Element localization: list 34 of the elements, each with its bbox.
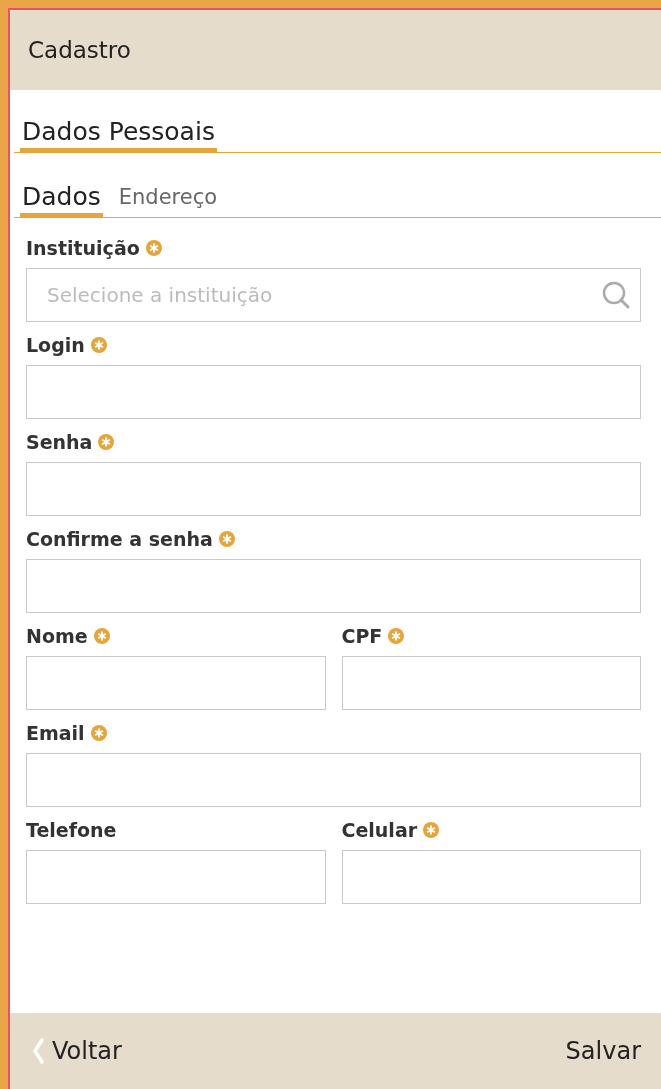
field-label: Celular — [341, 819, 418, 841]
field-label: Senha — [26, 431, 93, 453]
field-label: Login — [26, 334, 85, 356]
field-label: Confirme a senha — [26, 528, 213, 550]
chevron-left-icon — [32, 1038, 44, 1064]
password-field[interactable] — [26, 462, 641, 516]
required-icon — [98, 434, 115, 450]
field-label: Instituição — [26, 237, 140, 259]
page-title: Cadastro — [10, 10, 661, 90]
section-tab[interactable]: Dados Pessoais — [20, 117, 217, 152]
input-field[interactable] — [341, 850, 641, 904]
field-label: Telefone — [26, 819, 117, 841]
input-field[interactable] — [341, 656, 641, 710]
field-label: Nome — [26, 625, 88, 647]
required-icon — [388, 628, 405, 644]
required-icon — [93, 628, 110, 644]
input-field[interactable] — [26, 753, 641, 807]
field-label: Email — [26, 722, 85, 744]
input-field[interactable] — [26, 850, 326, 904]
back-button[interactable]: Voltar — [32, 1037, 122, 1065]
search-icon[interactable] — [601, 280, 631, 310]
required-icon — [90, 337, 107, 353]
required-icon — [90, 725, 107, 741]
required-icon — [218, 531, 235, 547]
password-field[interactable] — [26, 559, 641, 613]
sub-tab[interactable]: Endereço — [116, 185, 220, 215]
sub-tab[interactable]: Dados — [20, 182, 103, 217]
search-field[interactable]: Selecione a instituição — [26, 268, 641, 322]
field-label: CPF — [341, 625, 383, 647]
save-button[interactable]: Salvar — [565, 1037, 641, 1065]
input-field[interactable] — [26, 365, 641, 419]
required-icon — [145, 240, 162, 256]
input-field[interactable] — [26, 656, 326, 710]
required-icon — [423, 822, 440, 838]
